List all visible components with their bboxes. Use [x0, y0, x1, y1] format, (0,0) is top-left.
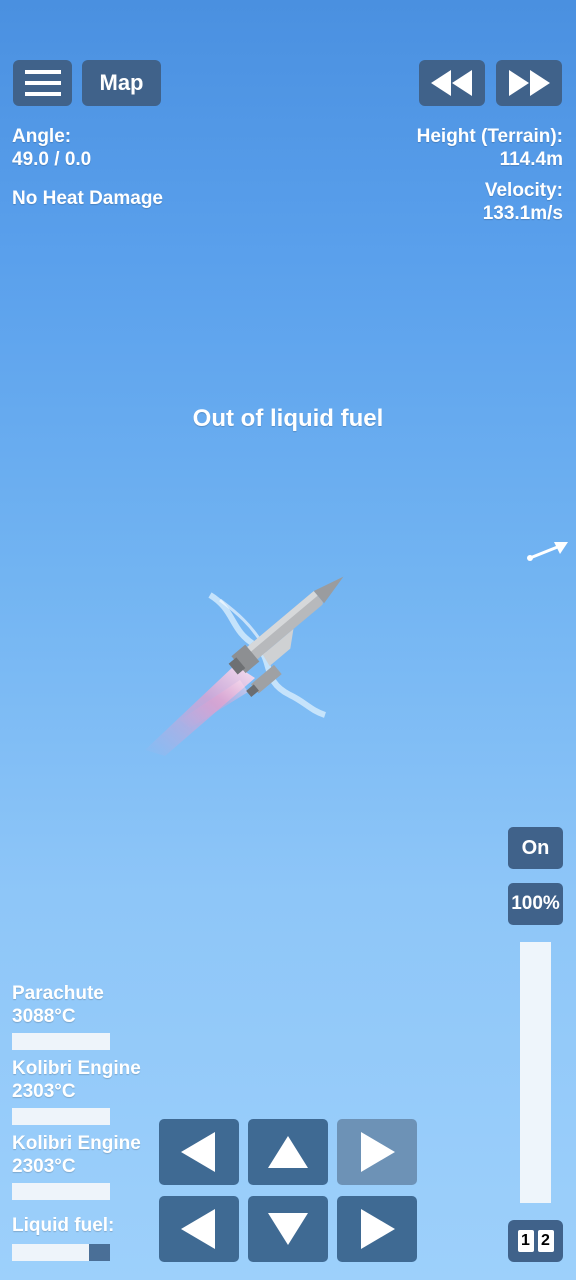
throttle-level	[520, 942, 551, 1203]
fuel-bar	[12, 1244, 110, 1261]
throttle-percent-button[interactable]: 100%	[508, 883, 563, 925]
right-arrow-icon	[361, 1209, 395, 1249]
rocket	[145, 576, 344, 756]
map-button[interactable]: Map	[82, 60, 161, 106]
hamburger-icon	[24, 70, 61, 96]
rewind-icon	[431, 70, 472, 96]
stage-button[interactable]: 1 2	[508, 1220, 563, 1262]
menu-button[interactable]	[13, 60, 72, 106]
left-arrow-icon	[181, 1209, 215, 1249]
part-temp-bar	[12, 1183, 110, 1200]
velocity-label: Velocity:	[484, 180, 563, 201]
status-message: Out of liquid fuel	[192, 405, 384, 432]
throttle-up-button[interactable]	[248, 1119, 328, 1185]
rotate-right-button[interactable]	[337, 1119, 417, 1185]
direction-arrow-icon	[527, 542, 568, 561]
stage-2-label: 2	[537, 1230, 554, 1252]
translate-left-button[interactable]	[159, 1196, 239, 1262]
fuel-label: Liquid fuel:	[12, 1215, 115, 1236]
part-temp: 3088°C	[12, 1006, 76, 1027]
heat-status: No Heat Damage	[12, 188, 163, 209]
part-temp: 2303°C	[12, 1081, 76, 1102]
part-name: Parachute	[12, 983, 104, 1004]
part-temp-bar	[12, 1108, 110, 1125]
down-arrow-icon	[268, 1213, 308, 1245]
fast-forward-icon	[509, 70, 550, 96]
part-temp-bar	[12, 1033, 110, 1050]
right-arrow-icon	[361, 1132, 395, 1172]
part-name: Kolibri Engine	[12, 1058, 141, 1079]
velocity-value: 133.1m/s	[482, 203, 563, 224]
rotate-left-button[interactable]	[159, 1119, 239, 1185]
angle-value: 49.0 / 0.0	[12, 149, 92, 170]
part-temp: 2303°C	[12, 1156, 76, 1177]
part-name: Kolibri Engine	[12, 1133, 141, 1154]
throttle-down-button[interactable]	[248, 1196, 328, 1262]
stage-1-label: 1	[517, 1230, 534, 1252]
translate-right-button[interactable]	[337, 1196, 417, 1262]
left-arrow-icon	[181, 1132, 215, 1172]
angle-label: Angle:	[12, 126, 72, 147]
slow-down-time-button[interactable]	[419, 60, 485, 106]
speed-up-time-button[interactable]	[496, 60, 562, 106]
throttle-toggle-button[interactable]: On	[508, 827, 563, 869]
height-label: Height (Terrain):	[416, 126, 563, 147]
height-value: 114.4m	[499, 149, 563, 170]
up-arrow-icon	[268, 1136, 308, 1168]
throttle-slider[interactable]	[520, 942, 551, 1203]
